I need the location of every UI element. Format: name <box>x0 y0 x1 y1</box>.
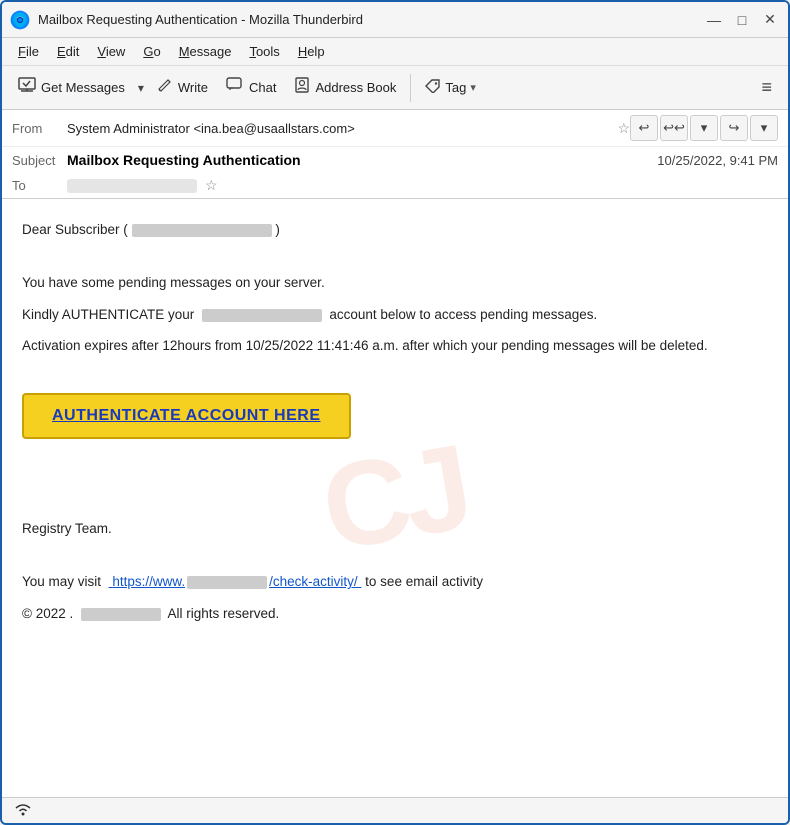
more-button[interactable]: ▾ <box>690 115 718 141</box>
main-window: Mailbox Requesting Authentication - Mozi… <box>0 0 790 825</box>
reply-button[interactable]: ↩ <box>630 115 658 141</box>
menu-message[interactable]: Message <box>171 41 240 62</box>
title-bar: Mailbox Requesting Authentication - Mozi… <box>2 2 788 38</box>
menu-bar: File Edit View Go Message Tools Help <box>2 38 788 66</box>
address-book-button[interactable]: Address Book <box>286 73 404 102</box>
email-body: CJ Dear Subscriber ( ) You have some pen… <box>2 199 788 797</box>
menu-edit[interactable]: Edit <box>49 41 87 62</box>
to-row: To ☆ <box>2 173 788 198</box>
window-title: Mailbox Requesting Authentication - Mozi… <box>38 12 363 27</box>
get-messages-icon <box>18 77 36 98</box>
toolbar: Get Messages ▾ Write Chat <box>2 66 788 110</box>
forward-button[interactable]: ↪ <box>720 115 748 141</box>
from-address: System Administrator <ina.bea@usaallstar… <box>67 121 611 136</box>
from-label: From <box>12 121 67 136</box>
nav-buttons: ↩ ↩↩ ▾ ↪ ▾ <box>630 115 778 141</box>
subject-text: Mailbox Requesting Authentication <box>67 152 657 168</box>
footer-end: to see email activity <box>365 574 483 589</box>
subject-row: Subject Mailbox Requesting Authenticatio… <box>2 147 788 173</box>
company-blurred <box>81 608 161 621</box>
copyright-paragraph: © 2022 . All rights reserved. <box>22 603 768 625</box>
subject-label: Subject <box>12 153 67 168</box>
body-para2: Kindly AUTHENTICATE your account below t… <box>22 304 768 326</box>
from-star-icon[interactable]: ☆ <box>617 120 630 137</box>
menu-go[interactable]: Go <box>135 41 168 62</box>
close-button[interactable]: ✕ <box>760 10 780 30</box>
from-row-left: From System Administrator <ina.bea@usaal… <box>12 120 630 137</box>
maximize-button[interactable]: □ <box>732 10 752 30</box>
signal-icon <box>12 800 34 816</box>
from-name: System Administrator <box>67 121 190 136</box>
greeting-end: ) <box>275 222 280 237</box>
cta-container: AUTHENTICATE ACCOUNT HERE <box>22 375 768 457</box>
hamburger-button[interactable]: ≡ <box>753 73 780 102</box>
write-icon <box>157 77 173 98</box>
title-bar-left: Mailbox Requesting Authentication - Mozi… <box>10 10 363 30</box>
greeting-text: Dear Subscriber ( <box>22 222 128 237</box>
address-book-label: Address Book <box>315 80 396 95</box>
chat-icon <box>226 77 244 98</box>
to-value-blurred <box>67 179 197 193</box>
title-bar-controls: — □ ✕ <box>704 10 780 30</box>
menu-tools[interactable]: Tools <box>241 41 287 62</box>
body-para3: Activation expires after 12hours from 10… <box>22 335 768 357</box>
to-label: To <box>12 178 67 193</box>
tag-icon <box>425 79 441 96</box>
connection-icon <box>12 800 34 821</box>
body-para1: You have some pending messages on your s… <box>22 272 768 294</box>
closing-text: Registry Team. <box>22 518 768 540</box>
authenticate-button[interactable]: AUTHENTICATE ACCOUNT HERE <box>22 393 351 439</box>
chat-button[interactable]: Chat <box>218 73 284 102</box>
para2-end: account below to access pending messages… <box>329 307 597 322</box>
para2-start: Kindly AUTHENTICATE your <box>22 307 194 322</box>
footer-paragraph: You may visit https://www. /check-activit… <box>22 571 768 593</box>
footer-link-start: https://www. <box>112 574 185 589</box>
to-star-icon[interactable]: ☆ <box>205 177 218 194</box>
copyright: © 2022 . <box>22 606 73 621</box>
email-content: Dear Subscriber ( ) You have some pendin… <box>22 219 768 625</box>
menu-help[interactable]: Help <box>290 41 333 62</box>
chat-label: Chat <box>249 80 276 95</box>
account-blurred <box>202 309 322 322</box>
from-email: <ina.bea@usaallstars.com> <box>193 121 354 136</box>
from-row: From System Administrator <ina.bea@usaal… <box>2 110 788 147</box>
status-bar <box>2 797 788 823</box>
address-book-icon <box>294 77 310 98</box>
domain-blurred <box>187 576 267 589</box>
write-label: Write <box>178 80 208 95</box>
reply-all-button[interactable]: ↩↩ <box>660 115 688 141</box>
tag-button[interactable]: Tag ▾ <box>417 75 484 100</box>
menu-file[interactable]: File <box>10 41 47 62</box>
email-headers: From System Administrator <ina.bea@usaal… <box>2 110 788 199</box>
subscriber-name-blurred <box>132 224 272 237</box>
tag-dropdown-icon: ▾ <box>470 81 476 94</box>
menu-view[interactable]: View <box>89 41 133 62</box>
toolbar-separator <box>410 74 411 102</box>
footer-link[interactable]: https://www. /check-activity/ <box>109 574 362 589</box>
footer-link-end: /check-activity/ <box>269 574 358 589</box>
get-messages-label: Get Messages <box>41 80 125 95</box>
date-text: 10/25/2022, 9:41 PM <box>657 153 778 168</box>
get-messages-button[interactable]: Get Messages <box>10 73 133 102</box>
copyright-end: All rights reserved. <box>168 606 280 621</box>
get-messages-dropdown[interactable]: ▾ <box>135 77 147 99</box>
thunderbird-icon <box>10 10 30 30</box>
greeting-paragraph: Dear Subscriber ( ) <box>22 219 768 241</box>
forward-more-button[interactable]: ▾ <box>750 115 778 141</box>
minimize-button[interactable]: — <box>704 10 724 30</box>
write-button[interactable]: Write <box>149 73 216 102</box>
footer-start: You may visit <box>22 574 101 589</box>
tag-label: Tag <box>445 80 466 95</box>
